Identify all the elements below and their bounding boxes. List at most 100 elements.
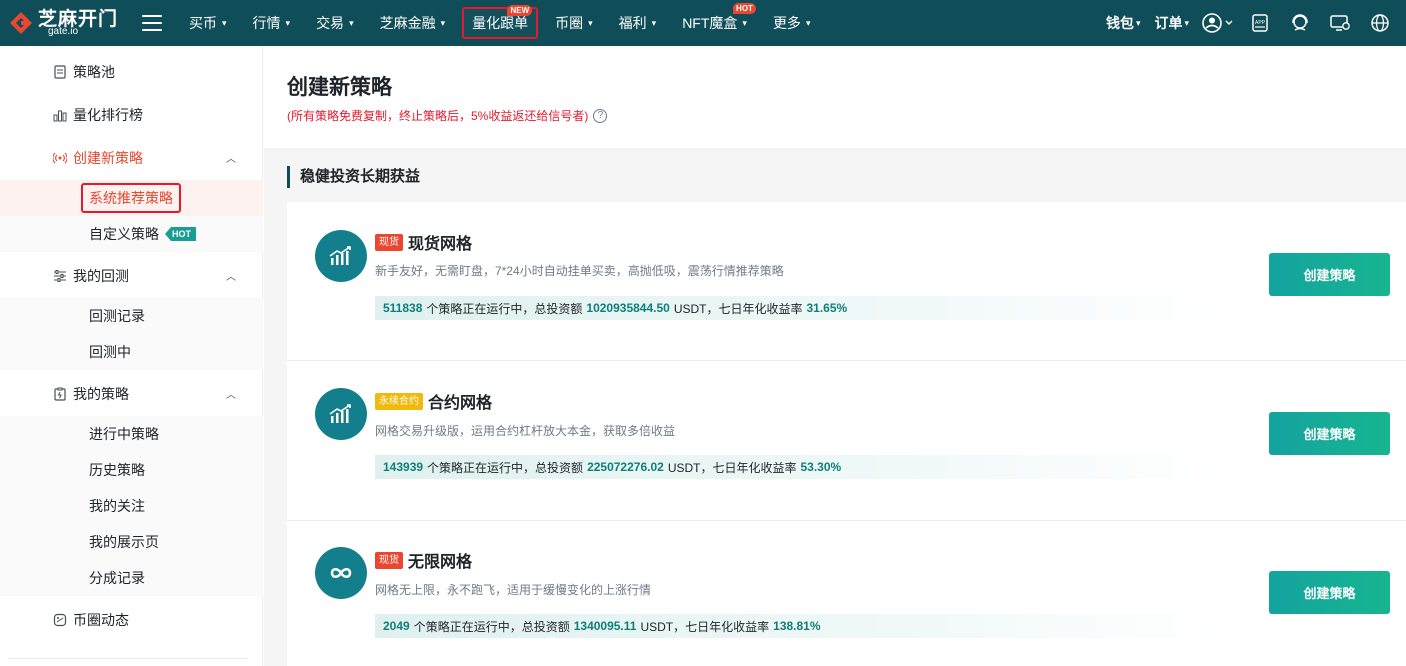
sidebar-item-my-strategies[interactable]: 我的策略 ︿ xyxy=(0,372,263,415)
app-download-icon[interactable]: APP xyxy=(1240,0,1280,46)
nav-finance[interactable]: 芝麻金融 ▾ xyxy=(367,0,459,46)
nav-label: 福利 xyxy=(618,15,647,31)
caret-down-icon: ▾ xyxy=(1184,17,1189,28)
sidebar-sub-backtest-records[interactable]: 回测记录 xyxy=(0,298,263,334)
caret-down-icon: ▾ xyxy=(805,17,811,28)
chevron-up-icon: ︿ xyxy=(226,154,236,165)
card-header: 现货 无限网格 xyxy=(375,548,472,572)
nav-trade[interactable]: 交易 ▾ xyxy=(303,0,367,46)
create-strategy-button[interactable]: 创建策略 xyxy=(1269,412,1390,455)
page-title: 创建新策略 xyxy=(287,76,392,99)
orders-menu[interactable]: 订单 ▾ xyxy=(1147,13,1196,33)
running-text: 个策略正在运行中，总投资额 xyxy=(426,301,583,316)
card-stats: 143939 个策略正在运行中，总投资额 225072276.02 USDT，七… xyxy=(375,455,1225,479)
nav-label: 币圈 xyxy=(555,15,584,31)
sidebar: 策略池 量化排行榜 创建新策略 ︿ 系统推荐策略 自定义策略 HOT 我的回测 … xyxy=(0,46,263,666)
logo-subtext: gate.io xyxy=(48,26,79,37)
total-investment: 1020935844.50 xyxy=(586,301,670,315)
nav-label: NFT魔盒 xyxy=(682,15,738,31)
user-avatar-icon[interactable] xyxy=(1196,0,1240,46)
sidebar-sub-running-strategies[interactable]: 进行中策略 xyxy=(0,416,263,452)
nav-markets[interactable]: 行情 ▾ xyxy=(240,0,304,46)
gate-logo-icon xyxy=(8,10,34,36)
top-navigation-bar: 芝麻开门 gate.io 买币 ▾ 行情 ▾ 交易 ▾ 芝麻金融 ▾ 量化跟单 NEW 币… xyxy=(0,0,1406,46)
sidebar-item-my-backtest[interactable]: 我的回测 ︿ xyxy=(0,254,263,297)
sidebar-sub-history-strategies[interactable]: 历史策略 xyxy=(0,452,263,488)
card-title: 现货网格 xyxy=(408,236,473,253)
caret-down-icon: ▾ xyxy=(440,17,446,28)
sidebar-item-label: 策略池 xyxy=(73,63,115,80)
sidebar-sub-label: 系统推荐策略 xyxy=(81,183,181,213)
caret-down-icon: ▾ xyxy=(651,17,657,28)
running-count: 2049 xyxy=(383,619,410,633)
running-count: 511838 xyxy=(383,301,423,315)
sidebar-item-label: 币圈动态 xyxy=(73,611,129,628)
infinity-icon xyxy=(315,547,367,599)
community-icon xyxy=(52,612,68,628)
clipboard-icon xyxy=(52,386,68,402)
document-icon xyxy=(52,64,68,80)
sidebar-item-label: 量化排行榜 xyxy=(73,106,143,123)
wallet-label: 钱包 xyxy=(1105,15,1134,31)
caret-down-icon: ▾ xyxy=(1135,17,1141,28)
nav-label: 交易 xyxy=(316,15,345,31)
nav-buy-crypto[interactable]: 买币 ▾ xyxy=(176,0,240,46)
create-strategy-button[interactable]: 创建策略 xyxy=(1269,571,1390,614)
sidebar-sub-my-follows[interactable]: 我的关注 xyxy=(0,488,263,524)
strategy-card-list: 现货 现货网格 新手友好，无需盯盘，7*24小时自动挂单买卖，高抛低吸，震荡行情… xyxy=(287,202,1406,666)
unit-text: USDT，七日年化收益率 xyxy=(667,460,797,475)
sidebar-divider xyxy=(8,658,248,659)
card-description: 网格无上限，永不跑飞，适用于缓慢变化的上涨行情 xyxy=(375,583,652,597)
caret-down-icon: ▾ xyxy=(222,17,227,28)
nav-label: 芝麻金融 xyxy=(379,15,436,31)
sidebar-sub-label: 回测中 xyxy=(89,344,131,360)
section-title: 稳健投资长期获益 xyxy=(287,166,420,188)
running-count: 143939 xyxy=(383,460,424,474)
sidebar-sub-my-showcase[interactable]: 我的展示页 xyxy=(0,524,263,560)
sidebar-sub-system-recommended[interactable]: 系统推荐策略 xyxy=(0,180,263,216)
sidebar-item-label: 我的策略 xyxy=(73,385,129,402)
sidebar-sub-label: 我的展示页 xyxy=(89,534,159,550)
seven-day-apr: 31.65% xyxy=(806,301,848,315)
nav-more[interactable]: 更多 ▾ xyxy=(760,0,824,46)
unit-text: USDT，七日年化收益率 xyxy=(640,619,770,634)
sidebar-item-ranking[interactable]: 量化排行榜 xyxy=(0,93,263,136)
sidebar-sub-label: 历史策略 xyxy=(89,462,145,478)
sidebar-sub-custom-strategy[interactable]: 自定义策略 HOT xyxy=(0,216,263,252)
sidebar-sub-label: 分成记录 xyxy=(89,570,145,586)
sidebar-sub-backtesting[interactable]: 回测中 xyxy=(0,334,263,370)
total-investment: 225072276.02 xyxy=(587,460,664,474)
caret-down-icon: ▾ xyxy=(588,17,593,28)
create-strategy-button[interactable]: 创建策略 xyxy=(1269,253,1390,296)
sidebar-item-label: 创建新策略 xyxy=(73,149,143,166)
nav-label: 更多 xyxy=(772,15,801,31)
nav-label: 行情 xyxy=(252,15,281,31)
nav-copy-trading[interactable]: 量化跟单 NEW xyxy=(462,5,539,39)
nav-rewards[interactable]: 福利 ▾ xyxy=(606,0,670,46)
caret-down-icon: ▾ xyxy=(742,17,747,28)
orders-label: 订单 xyxy=(1154,15,1183,31)
main-menu: 买币 ▾ 行情 ▾ 交易 ▾ 芝麻金融 ▾ 量化跟单 NEW 币圈 ▾ 福利 ▾ NFT魔盒 ▾… xyxy=(176,0,823,46)
sidebar-item-create-strategy[interactable]: 创建新策略 ︿ xyxy=(0,136,263,179)
nav-nft-box[interactable]: NFT魔盒 ▾ HOT xyxy=(669,0,760,46)
customer-service-icon[interactable] xyxy=(1280,0,1320,46)
bar-chart-icon xyxy=(52,107,68,123)
sidebar-sub-profit-sharing[interactable]: 分成记录 xyxy=(0,560,263,596)
nav-right-group: 钱包 ▾ 订单 ▾ APP xyxy=(1099,0,1406,46)
gate-logo[interactable]: 芝麻开门 gate.io xyxy=(8,0,128,46)
help-icon[interactable]: ? xyxy=(593,108,608,123)
sidebar-item-strategy-pool[interactable]: 策略池 xyxy=(0,50,263,93)
card-description: 新手友好，无需盯盘，7*24小时自动挂单买卖，高抛低吸，震荡行情推荐策略 xyxy=(375,264,784,278)
language-globe-icon[interactable] xyxy=(1360,0,1400,46)
wallet-menu[interactable]: 钱包 ▾ xyxy=(1099,13,1148,33)
settings-monitor-icon[interactable] xyxy=(1320,0,1360,46)
sidebar-sub-label: 回测记录 xyxy=(89,308,145,324)
sidebar-item-label: 我的回测 xyxy=(73,267,129,284)
unit-text: USDT，七日年化收益率 xyxy=(673,301,803,316)
sidebar-item-community-feed[interactable]: 币圈动态 xyxy=(0,598,263,641)
nav-community[interactable]: 币圈 ▾ xyxy=(542,0,606,46)
sliders-icon xyxy=(52,268,68,284)
hamburger-menu-icon[interactable] xyxy=(142,15,162,31)
chevron-up-icon: ︿ xyxy=(226,272,236,283)
caret-down-icon: ▾ xyxy=(349,17,354,28)
